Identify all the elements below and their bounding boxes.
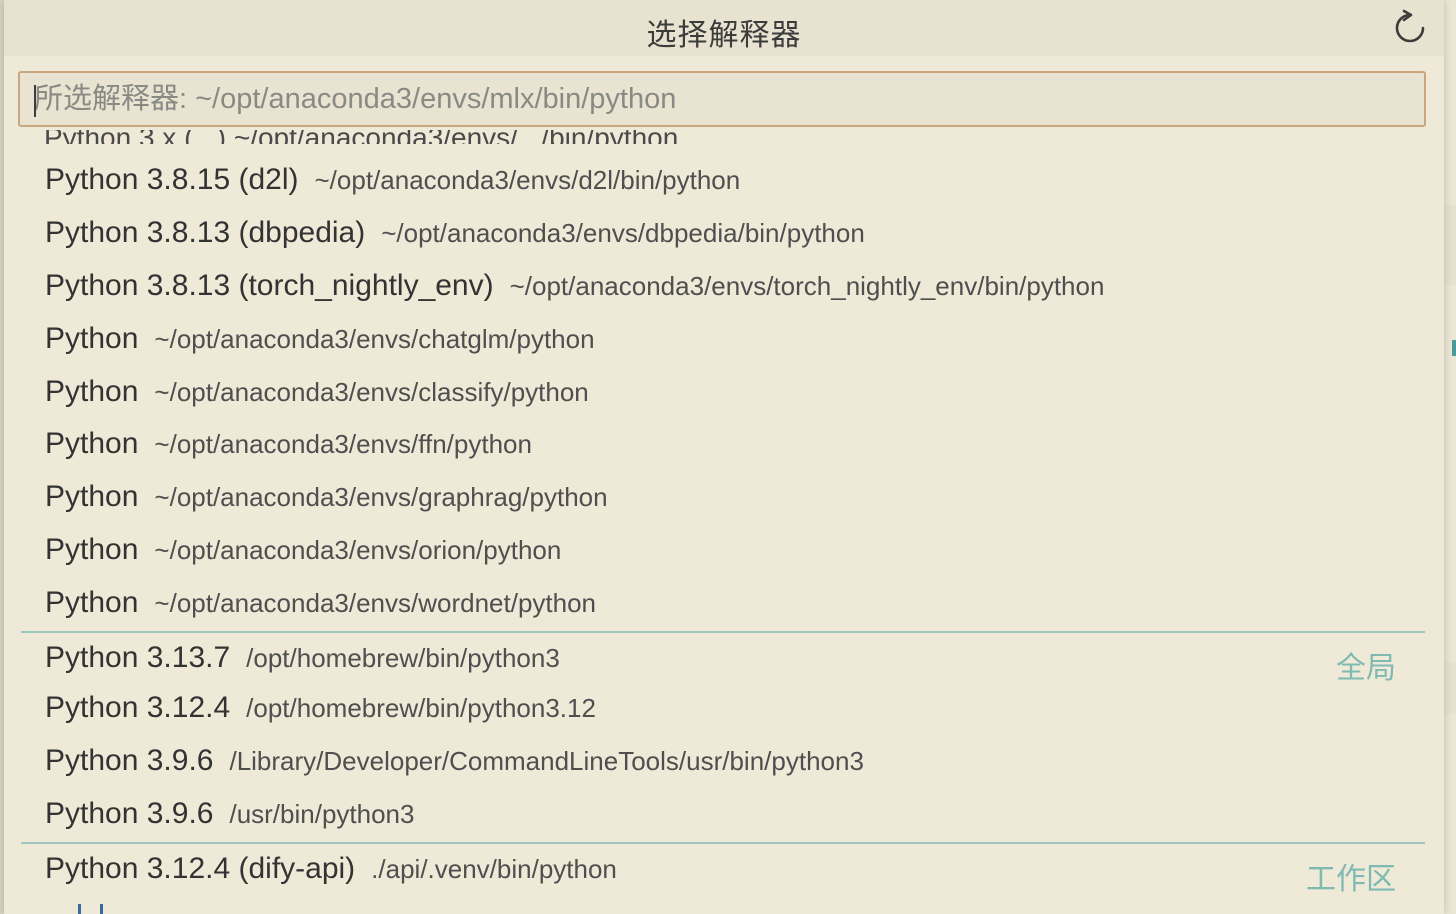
interpreter-text: Python 3.12.4/opt/homebrew/bin/python3.1…: [45, 691, 596, 725]
interpreter-list-item[interactable]: Python ~/opt/anaconda3/envs/classify/pyth…: [4, 367, 1444, 419]
interpreter-label: Python 3.13.7: [45, 641, 231, 674]
interpreter-text: Python ~/opt/anaconda3/envs/wordnet/pytho…: [45, 586, 596, 620]
interpreter-path: ~/opt/anaconda3/envs/torch_nightly_env/b…: [509, 271, 1105, 301]
interpreter-list-item[interactable]: Python ~/opt/anaconda3/envs/graphrag/pyth…: [4, 472, 1444, 524]
background-panel: [1444, 205, 1456, 285]
interpreter-search-box: [18, 71, 1426, 127]
interpreter-path: ~/opt/anaconda3/envs/d2l/bin/python: [314, 165, 741, 195]
interpreter-path: ~/opt/anaconda3/envs/graphrag/python: [154, 482, 608, 512]
interpreter-list-item[interactable]: Python ~/opt/anaconda3/envs/ffn/python: [4, 419, 1444, 471]
interpreter-list-item[interactable]: Python ~/opt/anaconda3/envs/orion/python: [4, 525, 1444, 577]
interpreter-text: Python 3.9.6/Library/Developer/CommandLi…: [45, 744, 864, 778]
interpreter-label: Python 3.8.13 (torch_nightly_env): [45, 269, 494, 302]
interpreter-text: Python 3.8.13 (torch_nightly_env) ~/opt/a…: [45, 269, 1104, 303]
interpreter-path: ./api/.venv/bin/python: [371, 854, 617, 884]
interpreter-path: /opt/homebrew/bin/python3.12: [246, 693, 596, 723]
interpreter-text: Python ~/opt/anaconda3/envs/orion/python: [45, 533, 561, 567]
background-code-mark: [78, 904, 108, 914]
interpreter-label: Python: [45, 375, 139, 408]
background-panel: [1444, 662, 1456, 714]
interpreter-label: Python: [45, 533, 139, 566]
interpreter-list-item[interactable]: Python 3.8.15 (d2l) ~/opt/anaconda3/envs/…: [4, 155, 1444, 207]
quick-pick-header: 选择解释器: [4, 0, 1444, 56]
interpreter-text: Python 3.8.13 (dbpedia) ~/opt/anaconda3/e…: [45, 216, 865, 250]
partial-row-text: Python 3.x (...) ~/opt/anaconda3/envs/..…: [44, 130, 678, 144]
interpreter-list-item[interactable]: Python 3.13.7/opt/homebrew/bin/python3 全局: [4, 633, 1444, 685]
interpreter-text: Python ~/opt/anaconda3/envs/graphrag/pyth…: [45, 480, 608, 514]
interpreter-path: ~/opt/anaconda3/envs/ffn/python: [154, 429, 532, 459]
interpreter-path: /Library/Developer/CommandLineTools/usr/…: [229, 746, 864, 776]
interpreter-list-item[interactable]: Python 3.9.6/Library/Developer/CommandLi…: [4, 736, 1444, 788]
section-group-label: 全局: [1336, 652, 1396, 685]
interpreter-list-item[interactable]: Python 3.12.4 (dify-api) ./api/.venv/bin/…: [4, 844, 1444, 896]
interpreter-label: Python 3.8.15 (d2l): [45, 163, 299, 196]
interpreter-label: Python 3.9.6: [45, 744, 214, 777]
interpreter-path: ~/opt/anaconda3/envs/chatglm/python: [154, 324, 595, 354]
interpreter-search-input[interactable]: [20, 73, 1424, 125]
interpreter-quick-pick: 选择解释器 Python 3.x (...) ~/opt/anaconda3/e…: [4, 0, 1444, 914]
section-group-label: 工作区: [1306, 863, 1396, 896]
text-caret: [34, 85, 36, 117]
interpreter-text: Python 3.8.15 (d2l) ~/opt/anaconda3/envs/…: [45, 163, 740, 197]
interpreter-label: Python 3.12.4: [45, 691, 231, 724]
interpreter-text: Python ~/opt/anaconda3/envs/chatglm/pytho…: [45, 322, 595, 356]
interpreter-list-item[interactable]: Python 3.8.13 (torch_nightly_env) ~/opt/a…: [4, 261, 1444, 313]
interpreter-list-item[interactable]: Python 3.9.6/usr/bin/python3: [4, 789, 1444, 841]
interpreter-list-item[interactable]: Python ~/opt/anaconda3/envs/chatglm/pytho…: [4, 314, 1444, 366]
interpreter-label: Python 3.12.4 (dify-api): [45, 852, 356, 885]
interpreter-path: ~/opt/anaconda3/envs/dbpedia/bin/python: [381, 218, 865, 248]
interpreter-list[interactable]: Python 3.x (...) ~/opt/anaconda3/envs/..…: [4, 130, 1444, 914]
list-item-partial[interactable]: Python 3.x (...) ~/opt/anaconda3/envs/..…: [44, 130, 678, 144]
interpreter-text: Python 3.12.4 (dify-api) ./api/.venv/bin/…: [45, 852, 617, 886]
interpreter-path: ~/opt/anaconda3/envs/orion/python: [154, 535, 562, 565]
interpreter-label: Python: [45, 586, 139, 619]
interpreter-path: /usr/bin/python3: [229, 799, 415, 829]
interpreter-label: Python: [45, 427, 139, 460]
interpreter-text: Python 3.9.6/usr/bin/python3: [45, 797, 414, 831]
refresh-button[interactable]: [1390, 8, 1430, 48]
quick-pick-title: 选择解释器: [646, 19, 802, 52]
interpreter-path: /opt/homebrew/bin/python3: [246, 643, 560, 673]
refresh-icon: [1395, 9, 1425, 43]
interpreter-text: Python ~/opt/anaconda3/envs/ffn/python: [45, 427, 532, 461]
interpreter-path: ~/opt/anaconda3/envs/wordnet/python: [154, 588, 597, 618]
interpreter-text: Python ~/opt/anaconda3/envs/classify/pyth…: [45, 375, 589, 409]
interpreter-label: Python 3.8.13 (dbpedia): [45, 216, 366, 249]
interpreter-list-item[interactable]: Python 3.12.4/opt/homebrew/bin/python3.1…: [4, 683, 1444, 735]
background-accent-mark: [1452, 340, 1456, 356]
interpreter-text: Python 3.13.7/opt/homebrew/bin/python3: [45, 641, 560, 675]
interpreter-list-item[interactable]: Python 3.8.13 (dbpedia) ~/opt/anaconda3/e…: [4, 208, 1444, 260]
interpreter-label: Python: [45, 480, 139, 513]
background-editor-sliver: [1444, 0, 1456, 914]
interpreter-label: Python 3.9.6: [45, 797, 214, 830]
interpreter-path: ~/opt/anaconda3/envs/classify/python: [154, 377, 589, 407]
interpreter-list-item[interactable]: Python ~/opt/anaconda3/envs/wordnet/pytho…: [4, 578, 1444, 630]
interpreter-label: Python: [45, 322, 139, 355]
